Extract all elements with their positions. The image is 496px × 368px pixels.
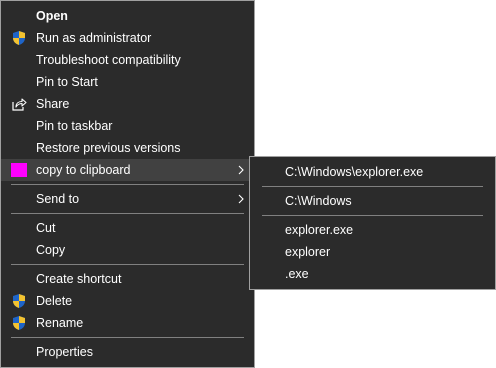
menu-item-label: Troubleshoot compatibility — [36, 53, 181, 67]
menu-item-label: Pin to Start — [36, 75, 98, 89]
share-icon — [11, 96, 27, 112]
chevron-right-icon — [237, 165, 245, 175]
submenu-item-label: explorer.exe — [285, 223, 354, 237]
submenu-item-label: explorer — [285, 245, 331, 259]
submenu-item-label: C:\Windows\explorer.exe — [285, 165, 424, 179]
context-menu: Open Run as administrator Troubleshoot c… — [0, 0, 255, 368]
menu-item-open[interactable]: Open — [1, 5, 254, 27]
desktop-stage: Open Run as administrator Troubleshoot c… — [0, 0, 496, 368]
menu-item-troubleshoot-compatibility[interactable]: Troubleshoot compatibility — [1, 49, 254, 71]
menu-item-pin-to-start[interactable]: Pin to Start — [1, 71, 254, 93]
submenu-item-base-name[interactable]: explorer — [250, 241, 495, 263]
uac-shield-icon — [11, 315, 27, 331]
menu-separator — [11, 184, 244, 185]
menu-item-create-shortcut[interactable]: Create shortcut — [1, 268, 254, 290]
menu-item-label: Restore previous versions — [36, 141, 181, 155]
menu-item-copy-to-clipboard[interactable]: copy to clipboard — [1, 159, 254, 181]
copy-to-clipboard-submenu: C:\Windows\explorer.exe C:\Windows explo… — [249, 156, 496, 290]
menu-item-label: Share — [36, 97, 70, 111]
menu-item-cut[interactable]: Cut — [1, 217, 254, 239]
uac-shield-icon — [11, 293, 27, 309]
menu-item-label: Create shortcut — [36, 272, 122, 286]
menu-item-properties[interactable]: Properties — [1, 341, 254, 363]
menu-item-send-to[interactable]: Send to — [1, 188, 254, 210]
menu-item-label: copy to clipboard — [36, 163, 131, 177]
menu-separator — [11, 337, 244, 338]
chevron-right-icon — [237, 194, 245, 204]
menu-item-label: Delete — [36, 294, 73, 308]
submenu-item-folder-path[interactable]: C:\Windows — [250, 190, 495, 212]
color-swatch-icon — [11, 163, 27, 177]
submenu-item-extension[interactable]: .exe — [250, 263, 495, 285]
menu-item-label: Rename — [36, 316, 84, 330]
menu-item-label: Open — [36, 9, 68, 23]
menu-item-share[interactable]: Share — [1, 93, 254, 115]
menu-item-delete[interactable]: Delete — [1, 290, 254, 312]
menu-item-label: Properties — [36, 345, 93, 359]
menu-separator — [262, 186, 483, 187]
menu-separator — [11, 213, 244, 214]
submenu-item-label: C:\Windows — [285, 194, 352, 208]
menu-item-pin-to-taskbar[interactable]: Pin to taskbar — [1, 115, 254, 137]
menu-item-run-as-administrator[interactable]: Run as administrator — [1, 27, 254, 49]
menu-item-copy[interactable]: Copy — [1, 239, 254, 261]
menu-item-label: Copy — [36, 243, 66, 257]
submenu-item-label: .exe — [285, 267, 309, 281]
submenu-item-full-path[interactable]: C:\Windows\explorer.exe — [250, 161, 495, 183]
menu-item-label: Pin to taskbar — [36, 119, 113, 133]
submenu-item-file-name[interactable]: explorer.exe — [250, 219, 495, 241]
menu-separator — [11, 264, 244, 265]
menu-item-restore-previous-versions[interactable]: Restore previous versions — [1, 137, 254, 159]
menu-separator — [262, 215, 483, 216]
menu-item-label: Send to — [36, 192, 80, 206]
uac-shield-icon — [11, 30, 27, 46]
menu-item-rename[interactable]: Rename — [1, 312, 254, 334]
menu-item-label: Run as administrator — [36, 31, 152, 45]
menu-item-label: Cut — [36, 221, 56, 235]
